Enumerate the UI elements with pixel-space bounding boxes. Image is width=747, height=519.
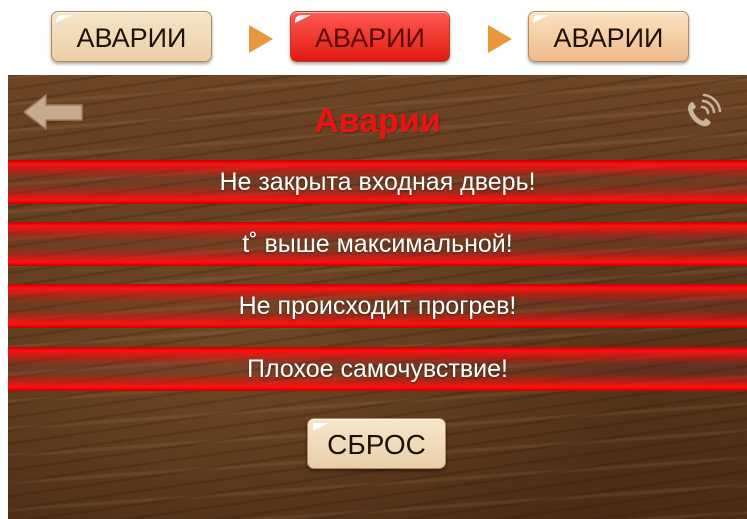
alarms-button-normal-state[interactable]: АВАРИИ (51, 11, 212, 62)
alarm-row: Плохое самочувствие! (8, 347, 747, 391)
state-arrow-icon (249, 25, 273, 53)
alarm-row: t˚ выше максимальной! (8, 222, 747, 266)
alarms-button-hover-state[interactable]: АВАРИИ (528, 11, 689, 62)
alarm-message: Плохое самочувствие! (247, 354, 508, 383)
alarms-button-label: АВАРИИ (315, 22, 425, 53)
alarm-message: Не происходит прогрев! (238, 291, 517, 320)
alarms-button-pressed-state[interactable]: АВАРИИ (290, 11, 450, 62)
alarm-row: Не происходит прогрев! (8, 284, 747, 328)
alarms-panel: Аварии Не закрыта входная дверь! t˚ выше… (8, 75, 747, 519)
alarm-message: Не закрыта входная дверь! (219, 167, 536, 196)
alarm-row: Не закрыта входная дверь! (8, 160, 747, 204)
reset-button[interactable]: СБРОС (307, 418, 446, 469)
page-title: Аварии (314, 102, 441, 140)
alarm-message: t˚ выше максимальной! (242, 229, 513, 258)
alarms-button-label: АВАРИИ (553, 22, 664, 53)
alarms-button-label: АВАРИИ (76, 22, 187, 53)
reset-button-label: СБРОС (327, 429, 426, 460)
state-arrow-icon (488, 25, 512, 53)
